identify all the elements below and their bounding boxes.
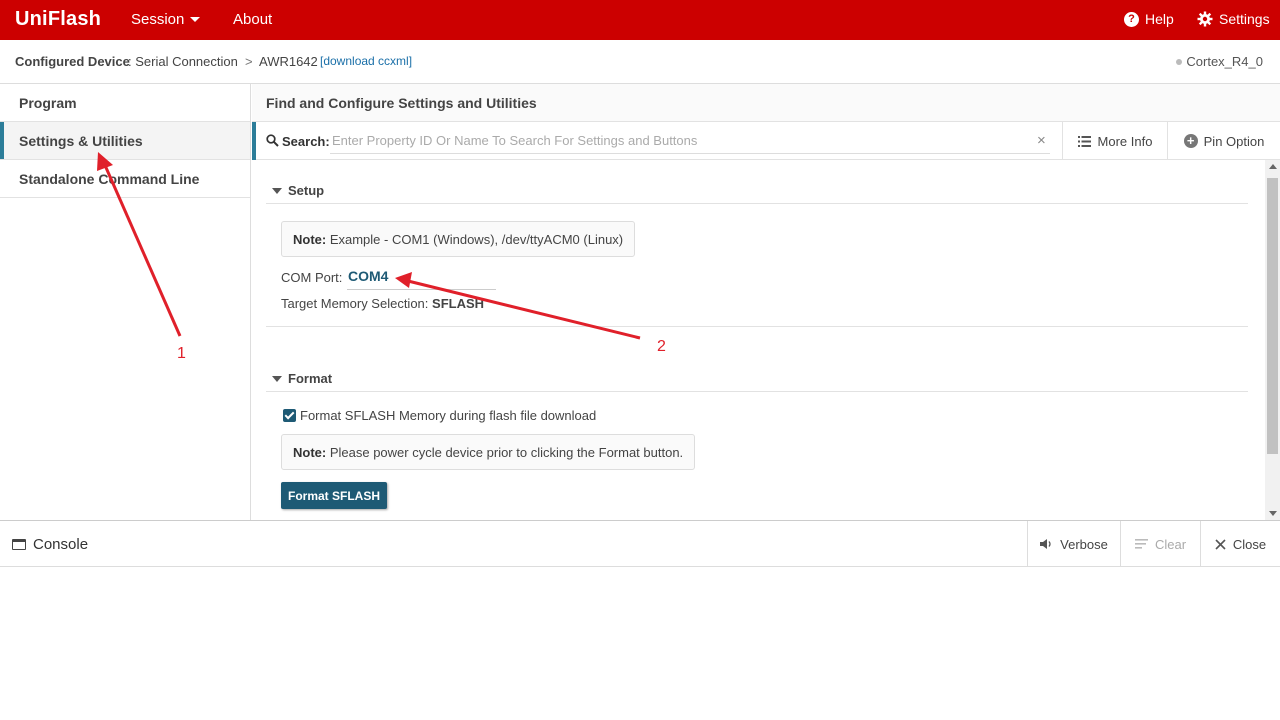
note-bold-label: Note:: [293, 232, 327, 247]
help-label: Help: [1145, 11, 1174, 27]
close-label: Close: [1232, 536, 1267, 552]
configured-device-label: Configured Device: [15, 54, 130, 69]
caret-down-icon: [272, 188, 282, 194]
device-name: AWR1642: [259, 54, 318, 69]
settings-label: Settings: [1219, 11, 1270, 27]
window-icon: [12, 539, 26, 550]
sidebar: Program Settings & Utilities Standalone …: [0, 84, 251, 520]
chevron-right-icon: >: [245, 54, 253, 69]
setup-section-header[interactable]: Setup: [266, 176, 1248, 204]
settings-content: Setup Note: Example - COM1 (Windows), /d…: [252, 160, 1280, 520]
content-scrollbar[interactable]: [1265, 160, 1280, 520]
console-output-area: [0, 567, 1280, 720]
about-menu[interactable]: About: [233, 11, 272, 28]
target-memory-row: Target Memory Selection: SFLASH: [281, 296, 484, 311]
help-icon: ?: [1124, 11, 1139, 27]
top-navbar: UniFlash Session About ? Help Settings: [0, 0, 1280, 40]
search-bar: Search: × More Info + Pin Option: [252, 122, 1280, 160]
annotation-label-2: 2: [657, 338, 666, 355]
plus-circle-icon: +: [1183, 134, 1198, 148]
scroll-down-icon[interactable]: [1269, 511, 1277, 516]
list-icon: [1077, 135, 1091, 147]
pin-option-label: Pin Option: [1203, 133, 1265, 149]
scroll-up-icon[interactable]: [1269, 164, 1277, 169]
console-bar: Console Verbose Clear Close: [0, 520, 1280, 567]
main-panel: Find and Configure Settings and Utilitie…: [252, 84, 1280, 520]
verbose-button[interactable]: Verbose: [1027, 521, 1120, 567]
session-menu-label: Session: [131, 11, 185, 28]
more-info-label: More Info: [1097, 133, 1153, 149]
clear-search-icon[interactable]: ×: [1037, 132, 1046, 149]
com-port-field[interactable]: COM4: [347, 268, 496, 290]
pin-option-button[interactable]: + Pin Option: [1167, 122, 1280, 160]
console-title-label: Console: [33, 536, 89, 553]
breadcrumb: Configured Device : Serial Connection > …: [0, 40, 1280, 84]
note-text: Example - COM1 (Windows), /dev/ttyACM0 (…: [326, 232, 624, 247]
format-sflash-button[interactable]: Format SFLASH: [281, 482, 387, 509]
clear-label: Clear: [1154, 536, 1187, 552]
download-ccxml-link[interactable]: [download ccxml]: [320, 54, 412, 68]
verbose-label: Verbose: [1060, 536, 1108, 552]
sidebar-item-settings-utilities[interactable]: Settings & Utilities: [0, 122, 250, 160]
session-menu[interactable]: Session: [131, 11, 201, 28]
search-label: Search:: [282, 134, 330, 149]
target-memory-value[interactable]: SFLASH: [432, 296, 484, 311]
sidebar-item-standalone-command-line[interactable]: Standalone Command Line: [0, 160, 250, 198]
page-title: Find and Configure Settings and Utilitie…: [252, 84, 1280, 122]
core-status: Cortex_R4_0: [1176, 54, 1263, 69]
close-button[interactable]: Close: [1200, 521, 1280, 567]
settings-button[interactable]: Settings: [1197, 11, 1270, 27]
com-port-label: COM Port:: [281, 270, 343, 285]
format-sflash-checkbox[interactable]: [283, 409, 296, 422]
connection-type: : Serial Connection: [128, 54, 238, 69]
scroll-thumb[interactable]: [1267, 178, 1278, 454]
note-bold-label: Note:: [293, 445, 327, 460]
speaker-icon: [1040, 539, 1051, 549]
target-memory-label: Target Memory Selection:: [281, 296, 429, 311]
format-section-header[interactable]: Format: [266, 364, 1248, 392]
console-title[interactable]: Console: [12, 536, 88, 553]
help-button[interactable]: ? Help: [1124, 11, 1174, 27]
sidebar-item-program[interactable]: Program: [0, 84, 250, 122]
setup-note: Note: Example - COM1 (Windows), /dev/tty…: [281, 221, 636, 257]
setup-section-title: Setup: [288, 183, 325, 198]
clear-lines-icon: [1134, 539, 1148, 549]
format-sflash-checkbox-label[interactable]: Format SFLASH Memory during flash file d…: [300, 408, 596, 423]
search-icon: [266, 134, 279, 147]
close-icon: [1215, 538, 1226, 550]
more-info-button[interactable]: More Info: [1062, 122, 1167, 160]
chevron-down-icon: [190, 16, 201, 22]
format-section-title: Format: [288, 371, 333, 386]
app-brand[interactable]: UniFlash: [15, 8, 101, 31]
caret-down-icon: [272, 376, 282, 382]
status-dot-icon: [1176, 58, 1183, 65]
gear-icon: [1197, 11, 1213, 27]
annotation-label-1: 1: [177, 345, 186, 362]
note-text: Please power cycle device prior to click…: [326, 445, 684, 460]
format-note: Note: Please power cycle device prior to…: [281, 434, 696, 470]
search-input[interactable]: [330, 128, 1050, 154]
section-divider: [266, 326, 1248, 327]
clear-button[interactable]: Clear: [1120, 521, 1200, 567]
core-name: Cortex_R4_0: [1186, 54, 1263, 69]
